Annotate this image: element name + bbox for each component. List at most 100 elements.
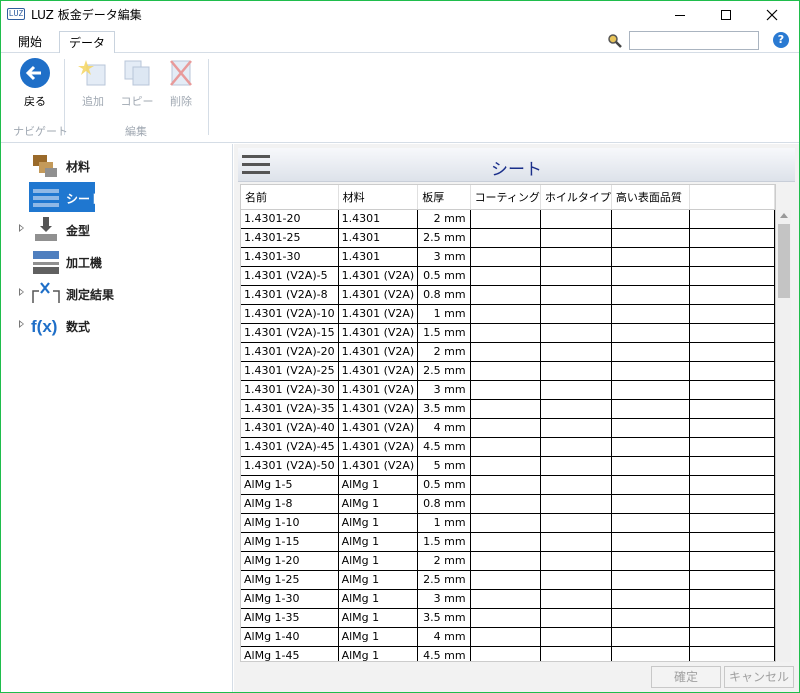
- table-cell[interactable]: 1.4301 (V2A)-15: [241, 323, 339, 343]
- table-cell[interactable]: [540, 361, 612, 381]
- table-cell[interactable]: 0.5 mm: [417, 475, 471, 495]
- column-header[interactable]: コーティング: [470, 185, 541, 210]
- table-row[interactable]: 1.4301 (V2A)-30 1.4301 (V2A) 3 mm: [241, 380, 775, 400]
- table-row[interactable]: 1.4301-30 1.4301 3 mm: [241, 247, 775, 267]
- table-cell[interactable]: [540, 209, 612, 229]
- table-cell[interactable]: 4 mm: [417, 627, 471, 647]
- table-cell[interactable]: [611, 456, 690, 476]
- table-cell[interactable]: 1.4301 (V2A)-30: [241, 380, 339, 400]
- search-icon[interactable]: [607, 33, 623, 49]
- table-cell[interactable]: AlMg 1: [338, 475, 419, 495]
- table-cell[interactable]: 1.5 mm: [417, 323, 471, 343]
- table-cell[interactable]: [689, 209, 775, 229]
- table-row[interactable]: AlMg 1-25 AlMg 1 2.5 mm: [241, 570, 775, 590]
- table-cell[interactable]: AlMg 1: [338, 627, 419, 647]
- table-cell[interactable]: [611, 608, 690, 628]
- column-header[interactable]: 材料: [338, 185, 419, 210]
- table-cell[interactable]: 1.4301 (V2A): [338, 285, 419, 305]
- table-cell[interactable]: [689, 304, 775, 324]
- table-cell[interactable]: [540, 304, 612, 324]
- expand-arrow-icon[interactable]: [19, 320, 24, 328]
- table-cell[interactable]: 1.4301 (V2A): [338, 456, 419, 476]
- table-cell[interactable]: [611, 209, 690, 229]
- table-row[interactable]: 1.4301 (V2A)-5 1.4301 (V2A) 0.5 mm: [241, 266, 775, 286]
- table-cell[interactable]: [689, 589, 775, 609]
- tab-start[interactable]: 開始: [9, 31, 51, 53]
- table-cell[interactable]: [611, 551, 690, 571]
- copy-button[interactable]: コピー: [119, 57, 155, 109]
- table-cell[interactable]: 1.4301 (V2A): [338, 399, 419, 419]
- search-input[interactable]: [629, 31, 759, 50]
- table-cell[interactable]: [540, 437, 612, 457]
- table-cell[interactable]: 1.4301 (V2A): [338, 418, 419, 438]
- table-cell[interactable]: [540, 285, 612, 305]
- table-row[interactable]: 1.4301-20 1.4301 2 mm: [241, 209, 775, 229]
- table-cell[interactable]: [611, 342, 690, 362]
- table-cell[interactable]: [470, 513, 541, 533]
- table-cell[interactable]: 1.4301 (V2A)-5: [241, 266, 339, 286]
- table-cell[interactable]: AlMg 1-30: [241, 589, 339, 609]
- table-cell[interactable]: 1.4301: [338, 247, 419, 267]
- table-cell[interactable]: 1.4301-20: [241, 209, 339, 229]
- table-cell[interactable]: [689, 285, 775, 305]
- nav-item-measurement[interactable]: 測定結果: [1, 278, 233, 308]
- table-row[interactable]: 1.4301 (V2A)-10 1.4301 (V2A) 1 mm: [241, 304, 775, 324]
- table-cell[interactable]: [470, 494, 541, 514]
- table-cell[interactable]: 1.4301 (V2A): [338, 304, 419, 324]
- table-cell[interactable]: [689, 494, 775, 514]
- table-cell[interactable]: [689, 513, 775, 533]
- table-cell[interactable]: [540, 513, 612, 533]
- back-button[interactable]: 戻る: [17, 57, 53, 109]
- nav-item-die[interactable]: 金型: [1, 214, 233, 244]
- table-cell[interactable]: 2.5 mm: [417, 361, 471, 381]
- table-cell[interactable]: [611, 323, 690, 343]
- table-cell[interactable]: [470, 570, 541, 590]
- table-cell[interactable]: [689, 608, 775, 628]
- table-cell[interactable]: [611, 494, 690, 514]
- table-cell[interactable]: 2 mm: [417, 342, 471, 362]
- table-row[interactable]: AlMg 1-30 AlMg 13 mm: [241, 589, 775, 609]
- table-row[interactable]: 1.4301 (V2A)-25 1.4301 (V2A) 2.5 mm: [241, 361, 775, 381]
- table-row[interactable]: 1.4301 (V2A)-40 1.4301 (V2A) 4 mm: [241, 418, 775, 438]
- table-cell[interactable]: 1.4301 (V2A)-25: [241, 361, 339, 381]
- table-cell[interactable]: [540, 475, 612, 495]
- column-header[interactable]: ホイルタイプ: [540, 185, 612, 210]
- table-cell[interactable]: [470, 304, 541, 324]
- table-row[interactable]: AlMg 1-5 AlMg 1 0.5 mm: [241, 475, 775, 495]
- table-cell[interactable]: AlMg 1-5: [241, 475, 339, 495]
- minimize-button[interactable]: [657, 1, 703, 29]
- table-cell[interactable]: [689, 342, 775, 362]
- table-cell[interactable]: [689, 570, 775, 590]
- column-header[interactable]: 板厚: [417, 185, 471, 210]
- table-cell[interactable]: [470, 418, 541, 438]
- table-cell[interactable]: 0.8 mm: [417, 285, 471, 305]
- table-cell[interactable]: [611, 285, 690, 305]
- table-row[interactable]: 1.4301 (V2A)-20 1.4301 (V2A) 2 mm: [241, 342, 775, 362]
- table-cell[interactable]: AlMg 1: [338, 551, 419, 571]
- table-cell[interactable]: [689, 437, 775, 457]
- table-cell[interactable]: [470, 532, 541, 552]
- expand-arrow-icon[interactable]: [19, 288, 24, 296]
- table-row[interactable]: AlMg 1-35 AlMg 1 3.5 mm: [241, 608, 775, 628]
- table-cell[interactable]: [540, 627, 612, 647]
- table-cell[interactable]: AlMg 1-45: [241, 646, 339, 661]
- table-cell[interactable]: 1.4301: [338, 228, 419, 248]
- column-header[interactable]: 名前: [241, 185, 339, 210]
- table-cell[interactable]: [540, 494, 612, 514]
- table-cell[interactable]: [470, 342, 541, 362]
- table-cell[interactable]: [470, 437, 541, 457]
- table-cell[interactable]: 1.4301 (V2A): [338, 380, 419, 400]
- table-cell[interactable]: 1 mm: [417, 513, 471, 533]
- table-cell[interactable]: [540, 551, 612, 571]
- nav-item-sheet[interactable]: シート: [1, 182, 233, 212]
- table-row[interactable]: AlMg 1-8 AlMg 1 0.8 mm: [241, 494, 775, 514]
- table-cell[interactable]: 1.4301 (V2A): [338, 342, 419, 362]
- table-cell[interactable]: [470, 475, 541, 495]
- close-button[interactable]: [749, 1, 795, 29]
- table-cell[interactable]: [689, 380, 775, 400]
- table-cell[interactable]: [470, 209, 541, 229]
- table-cell[interactable]: [470, 399, 541, 419]
- cancel-button[interactable]: キャンセル: [724, 666, 794, 688]
- table-cell[interactable]: [689, 399, 775, 419]
- table-cell[interactable]: [540, 247, 612, 267]
